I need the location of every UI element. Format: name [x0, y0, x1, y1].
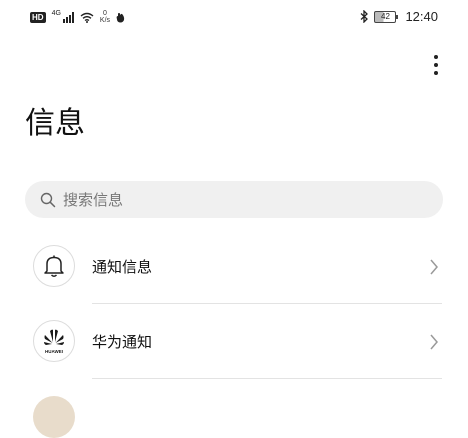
status-left: HD 4G 0 K/s	[30, 10, 125, 24]
network-type: 4G	[51, 9, 61, 17]
divider	[92, 303, 442, 304]
more-options-button[interactable]	[424, 50, 448, 80]
status-right: 42 12:40	[360, 9, 438, 24]
hd-badge: HD	[30, 11, 46, 23]
search-placeholder: 搜索信息	[63, 191, 124, 209]
list-item-huawei-notifications[interactable]: HUAWEI 华为通知	[0, 307, 468, 379]
dot-icon	[434, 55, 438, 59]
dot-icon	[434, 63, 438, 67]
list-item-notification-messages[interactable]: 通知信息	[0, 232, 468, 304]
wifi-icon	[80, 12, 94, 23]
list-item-label: 通知信息	[92, 258, 153, 276]
huawei-logo-text: HUAWEI	[45, 349, 63, 354]
chevron-right-icon	[430, 334, 438, 350]
avatar[interactable]	[33, 396, 75, 438]
network-speed: 0 K/s	[100, 10, 110, 24]
speed-value: 0	[103, 10, 107, 17]
huawei-logo-icon: HUAWEI	[33, 320, 75, 362]
signal-icon	[62, 11, 74, 23]
search-icon	[39, 191, 57, 209]
bluetooth-icon	[361, 10, 369, 23]
battery-icon: 42	[374, 10, 399, 23]
speed-unit: K/s	[99, 17, 111, 24]
search-input[interactable]: 搜索信息	[25, 181, 443, 218]
dot-icon	[434, 71, 438, 75]
bell-icon	[33, 245, 75, 287]
status-bar: HD 4G 0 K/s 42 12:40	[0, 0, 468, 36]
divider	[92, 378, 442, 379]
list-item-label: 华为通知	[92, 333, 153, 351]
page-title: 信息	[25, 106, 85, 141]
clock: 12:40	[405, 9, 438, 24]
app-notification-icon	[116, 12, 125, 22]
chevron-right-icon	[430, 259, 438, 275]
